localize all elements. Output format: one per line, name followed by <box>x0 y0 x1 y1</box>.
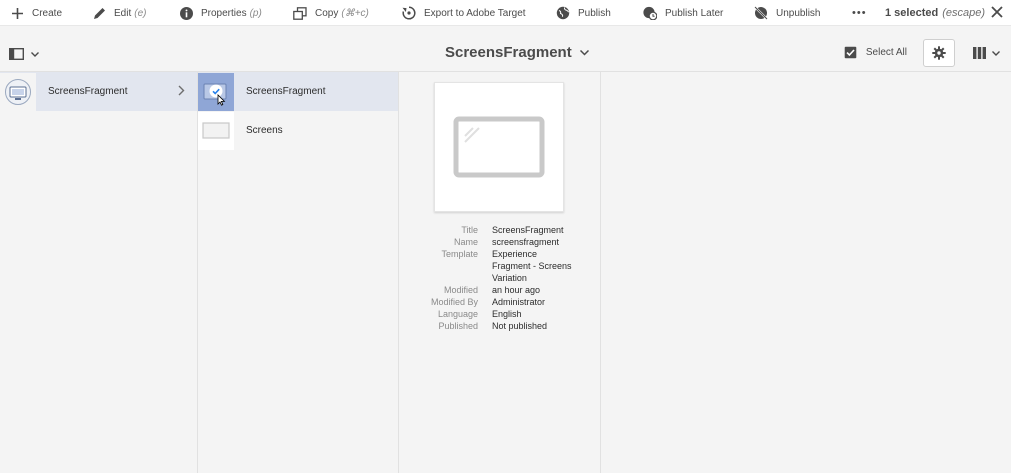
export-icon <box>402 6 416 20</box>
plus-icon <box>10 6 24 20</box>
globe-off-icon <box>754 6 768 20</box>
export-label: Export to Adobe Target <box>424 7 526 19</box>
globe-clock-icon <box>643 6 657 20</box>
column-2: ScreensFragment Screens <box>198 72 399 473</box>
properties-button[interactable]: Properties (p) <box>179 0 262 26</box>
details-value: Not published <box>492 321 548 331</box>
unpublish-button[interactable]: Unpublish <box>754 0 820 26</box>
selected-checkmark-icon <box>198 72 234 111</box>
details-panel: Title ScreensFragment Name screensfragment T… <box>399 72 601 473</box>
details-key <box>399 260 492 272</box>
properties-shortcut: (p) <box>249 7 262 19</box>
edit-shortcut: (e) <box>134 7 147 19</box>
rail-toggle-button[interactable] <box>9 47 39 61</box>
create-button[interactable]: Create <box>10 0 62 26</box>
column-1: ScreensFragment <box>0 72 198 473</box>
globe-icon <box>556 6 570 20</box>
list-item-label: Screens <box>246 125 283 136</box>
copy-label: Copy <box>315 7 339 19</box>
chevron-down-icon <box>31 51 39 57</box>
details-key: Title <box>461 225 478 235</box>
title-bar: ScreensFragment Select All <box>0 34 1011 72</box>
details-value: Administrator <box>492 297 546 307</box>
page-title-dropdown[interactable]: ScreensFragment <box>445 44 589 61</box>
publish-button[interactable]: Publish <box>556 0 611 26</box>
properties-label: Properties <box>201 7 247 19</box>
details-value: an hour ago <box>492 285 541 295</box>
screen-placeholder-icon <box>453 116 545 178</box>
details-metadata: Title ScreensFragment Name screensfragment T… <box>399 224 601 332</box>
view-settings-button[interactable] <box>923 39 955 67</box>
unpublish-label: Unpublish <box>776 7 821 19</box>
select-all-label: Select All <box>865 47 907 58</box>
info-icon <box>179 6 193 20</box>
details-key: Modified <box>443 285 478 295</box>
list-item[interactable]: Screens <box>198 111 398 150</box>
details-row: Name screensfragment <box>399 236 601 248</box>
edit-label: Edit <box>114 7 132 19</box>
publish-later-button[interactable]: Publish Later <box>643 0 723 26</box>
details-row: Fragment - Screens <box>399 260 601 272</box>
details-value: Variation <box>492 273 527 283</box>
site-icon <box>0 72 36 111</box>
rail-icon <box>9 48 24 60</box>
details-value: screensfragment <box>492 237 560 247</box>
copy-icon <box>293 6 307 20</box>
details-key <box>399 272 492 284</box>
details-key: Modified By <box>430 297 478 307</box>
close-selection-icon[interactable] <box>990 5 1004 19</box>
gear-icon <box>932 46 946 60</box>
select-all-checkbox-icon <box>844 46 857 59</box>
list-item-label: ScreensFragment <box>48 86 128 97</box>
details-row: Title ScreensFragment <box>399 224 601 236</box>
details-key: Language <box>437 309 478 319</box>
details-row: Template Experience <box>399 248 601 260</box>
edit-button[interactable]: Edit (e) <box>92 0 146 26</box>
chevron-right-icon <box>178 85 185 96</box>
page-thumbnail-icon <box>198 111 234 150</box>
details-value: ScreensFragment <box>492 225 564 235</box>
copy-shortcut: (⌘+c) <box>341 7 369 19</box>
chevron-down-icon <box>992 50 1000 56</box>
action-bar: Create Edit (e) Properties (p) Copy (⌘+c… <box>0 0 1011 26</box>
list-item[interactable]: ScreensFragment <box>198 72 398 111</box>
selected-count-label: 1 selected <box>885 7 939 19</box>
copy-button[interactable]: Copy (⌘+c) <box>293 0 369 26</box>
chevron-down-icon <box>579 49 589 56</box>
publish-label: Publish <box>578 7 611 19</box>
list-item[interactable]: ScreensFragment <box>0 72 197 111</box>
preview-card[interactable] <box>434 82 564 212</box>
select-all-button[interactable]: Select All <box>844 46 907 59</box>
create-label: Create <box>32 7 63 19</box>
details-row: Variation <box>399 272 601 284</box>
pencil-icon <box>92 6 106 20</box>
column-view-icon <box>973 47 986 59</box>
export-to-adobe-target-button[interactable]: Export to Adobe Target <box>402 0 526 26</box>
more-actions-button[interactable]: ••• <box>852 0 867 26</box>
escape-hint: (escape) <box>942 7 985 19</box>
list-item-label: ScreensFragment <box>246 86 326 97</box>
details-value: English <box>492 309 522 319</box>
details-row: Modified By Administrator <box>399 296 601 308</box>
page-title: ScreensFragment <box>445 44 572 61</box>
details-value: Experience <box>492 249 538 259</box>
details-row: Modified an hour ago <box>399 284 601 296</box>
selection-count: 1 selected (escape) <box>885 0 985 26</box>
details-key: Name <box>453 237 478 247</box>
view-switcher-button[interactable] <box>973 46 1005 60</box>
details-row: Published Not published <box>399 320 601 332</box>
details-row: Language English <box>399 308 601 320</box>
more-icon: ••• <box>852 7 867 19</box>
details-value: Fragment - Screens <box>492 261 572 271</box>
publish-later-label: Publish Later <box>665 7 724 19</box>
details-key: Published <box>438 321 478 331</box>
details-key: Template <box>441 249 478 259</box>
